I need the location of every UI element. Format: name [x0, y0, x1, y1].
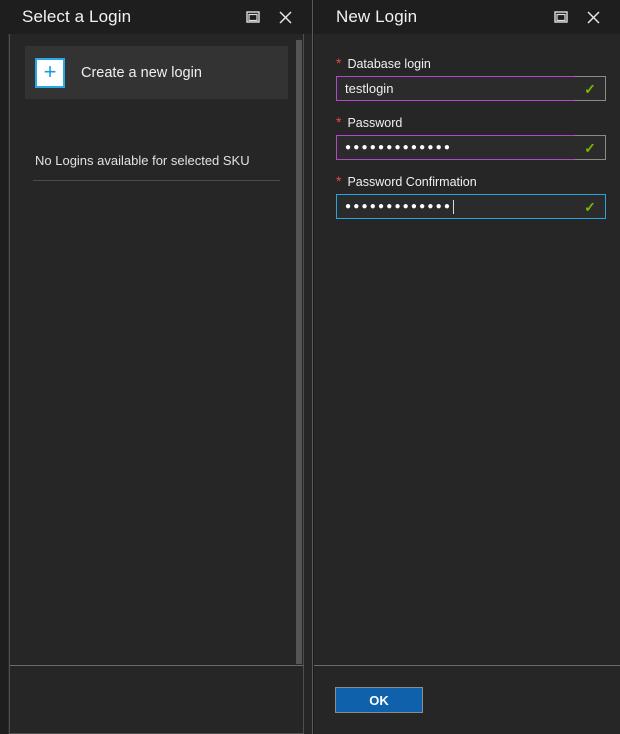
password-value: ●●●●●●●●●●●●●	[345, 143, 452, 153]
left-blade-window-controls	[244, 8, 302, 26]
password-input[interactable]: ●●●●●●●●●●●●●	[336, 135, 575, 160]
empty-state-message: No Logins available for selected SKU	[35, 153, 250, 168]
list-divider	[33, 180, 280, 181]
new-login-form-body: * Database login testlogin ✓ * Password	[314, 34, 620, 734]
restore-icon[interactable]	[244, 8, 262, 26]
right-blade-title: New Login	[336, 7, 552, 27]
database-login-input-shell[interactable]: testlogin ✓	[336, 76, 606, 101]
field-password-confirmation: * Password Confirmation ●●●●●●●●●●●●● ✓	[336, 174, 606, 219]
close-icon[interactable]	[584, 8, 602, 26]
check-icon: ✓	[584, 82, 596, 96]
required-marker: *	[336, 174, 341, 188]
left-blade-scrollbar[interactable]	[296, 40, 302, 664]
password-label: Password	[347, 116, 402, 130]
left-blade-footer	[9, 665, 304, 734]
new-login-form: * Database login testlogin ✓ * Password	[314, 34, 620, 666]
ok-button[interactable]: OK	[335, 687, 423, 713]
check-icon: ✓	[584, 141, 596, 155]
new-login-footer: OK	[314, 665, 620, 734]
required-marker: *	[336, 115, 341, 129]
password-confirmation-input[interactable]: ●●●●●●●●●●●●●	[336, 194, 575, 219]
create-new-login-tile[interactable]: + Create a new login	[25, 46, 288, 99]
password-validation: ✓	[575, 135, 606, 160]
right-blade-window-controls	[552, 8, 610, 26]
plus-icon: +	[35, 58, 65, 88]
field-password: * Password ●●●●●●●●●●●●● ✓	[336, 115, 606, 160]
left-blade-body: + Create a new login No Logins available…	[8, 34, 312, 734]
text-cursor	[453, 200, 454, 214]
login-list-container: + Create a new login No Logins available…	[9, 34, 304, 734]
password-confirmation-input-shell[interactable]: ●●●●●●●●●●●●● ✓	[336, 194, 606, 219]
password-label-row: * Password	[336, 115, 606, 130]
left-blade-title: Select a Login	[22, 7, 244, 27]
select-a-login-blade: Select a Login + Create a	[0, 0, 313, 734]
create-new-login-label: Create a new login	[81, 65, 202, 81]
right-blade-title-bar: New Login	[314, 0, 620, 34]
required-marker: *	[336, 56, 341, 70]
database-login-label: Database login	[347, 57, 430, 71]
password-confirmation-validation: ✓	[575, 194, 606, 219]
password-confirmation-label-row: * Password Confirmation	[336, 174, 606, 189]
database-login-validation: ✓	[575, 76, 606, 101]
password-confirmation-value: ●●●●●●●●●●●●●	[345, 202, 452, 212]
restore-icon[interactable]	[552, 8, 570, 26]
left-blade-title-bar: Select a Login	[0, 0, 312, 34]
new-login-blade: New Login * Database login	[314, 0, 620, 734]
password-input-shell[interactable]: ●●●●●●●●●●●●● ✓	[336, 135, 606, 160]
close-icon[interactable]	[276, 8, 294, 26]
password-confirmation-label: Password Confirmation	[347, 175, 476, 189]
field-database-login: * Database login testlogin ✓	[336, 56, 606, 101]
database-login-label-row: * Database login	[336, 56, 606, 71]
database-login-input[interactable]: testlogin	[336, 76, 575, 101]
database-login-value: testlogin	[345, 81, 393, 96]
check-icon: ✓	[584, 200, 596, 214]
